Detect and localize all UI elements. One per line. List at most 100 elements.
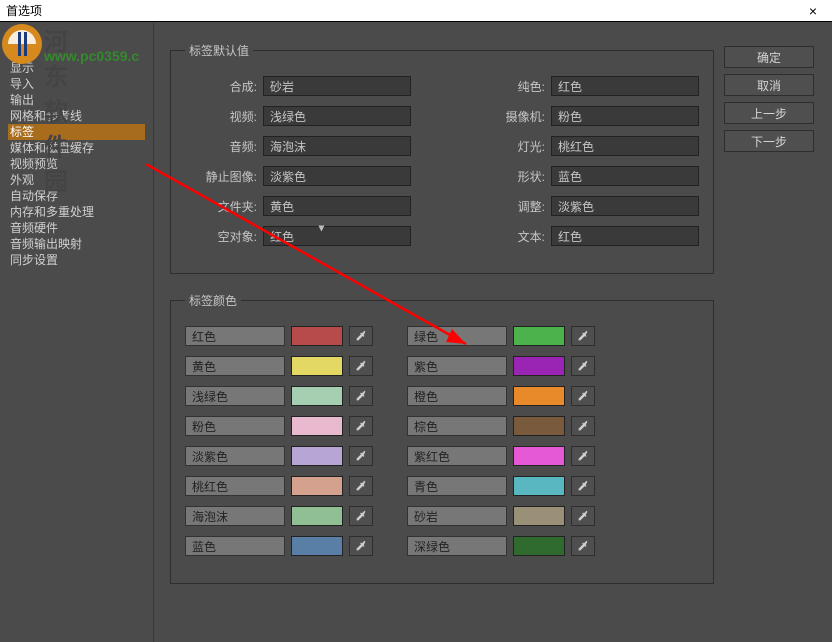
window-title: 首选项 <box>6 2 794 19</box>
next-button[interactable]: 下一步 <box>724 130 814 152</box>
color-row: 粉色 棕色 <box>185 415 699 437</box>
color-swatch[interactable] <box>291 416 343 436</box>
default-select[interactable]: 粉色▼ <box>551 106 699 126</box>
sidebar-item[interactable]: 标签 <box>8 124 145 140</box>
sidebar-item[interactable]: 输出 <box>8 92 145 108</box>
default-select[interactable]: 黄色▼ <box>263 196 411 216</box>
color-name-input[interactable]: 桃红色 <box>185 476 285 496</box>
eyedropper-button[interactable] <box>571 536 595 556</box>
eyedropper-button[interactable] <box>571 356 595 376</box>
default-label: 纯色: <box>473 78 545 95</box>
eyedropper-button[interactable] <box>571 326 595 346</box>
sidebar-item[interactable]: 导入 <box>8 76 145 92</box>
eyedropper-button[interactable] <box>571 386 595 406</box>
color-swatch[interactable] <box>291 536 343 556</box>
sidebar-item[interactable]: 音频硬件 <box>8 220 145 236</box>
sidebar-item[interactable]: 常规 <box>8 28 145 44</box>
color-swatch[interactable] <box>513 446 565 466</box>
color-swatch[interactable] <box>291 446 343 466</box>
eyedropper-button[interactable] <box>349 506 373 526</box>
sidebar-item[interactable]: 同步设置 <box>8 252 145 268</box>
sidebar-item[interactable]: 视频预览 <box>8 156 145 172</box>
default-select[interactable]: 红色▼ <box>551 76 699 96</box>
color-name-input[interactable]: 青色 <box>407 476 507 496</box>
sidebar-item[interactable]: 外观 <box>8 172 145 188</box>
default-label: 文本: <box>473 228 545 245</box>
color-name-input[interactable]: 海泡沫 <box>185 506 285 526</box>
eyedropper-button[interactable] <box>571 476 595 496</box>
eyedropper-button[interactable] <box>349 446 373 466</box>
label-colors-legend: 标签颜色 <box>185 292 241 309</box>
color-row: 淡紫色 紫红色 <box>185 445 699 467</box>
color-name-input[interactable]: 橙色 <box>407 386 507 406</box>
color-swatch[interactable] <box>513 386 565 406</box>
color-row: 黄色 紫色 <box>185 355 699 377</box>
default-label: 灯光: <box>473 138 545 155</box>
eyedropper-button[interactable] <box>349 476 373 496</box>
color-swatch[interactable] <box>513 506 565 526</box>
default-label: 音频: <box>185 138 257 155</box>
color-swatch[interactable] <box>291 356 343 376</box>
default-row: 视频:浅绿色▼摄像机:粉色▼ <box>185 105 699 127</box>
eyedropper-button[interactable] <box>349 386 373 406</box>
eyedropper-button[interactable] <box>349 356 373 376</box>
color-swatch[interactable] <box>513 416 565 436</box>
ok-button[interactable]: 确定 <box>724 46 814 68</box>
color-swatch[interactable] <box>291 386 343 406</box>
color-swatch[interactable] <box>513 536 565 556</box>
color-name-input[interactable]: 棕色 <box>407 416 507 436</box>
default-label: 空对象: <box>185 228 257 245</box>
label-colors-group: 标签颜色 红色 绿色黄色 紫色浅绿色 橙色粉色 棕色淡紫色 紫红色桃红色 青色海泡沫 砂岩蓝色… <box>170 292 714 584</box>
main: 常规预览显示导入输出网格和参考线标签媒体和磁盘缓存视频预览外观自动保存内存和多重… <box>0 22 832 642</box>
color-name-input[interactable]: 紫色 <box>407 356 507 376</box>
default-row: 空对象: 红色▼ 文本: 红色▼ <box>185 225 699 247</box>
color-name-input[interactable]: 深绿色 <box>407 536 507 556</box>
default-select[interactable]: 桃红色▼ <box>551 136 699 156</box>
color-swatch[interactable] <box>291 476 343 496</box>
color-swatch[interactable] <box>513 476 565 496</box>
eyedropper-button[interactable] <box>571 446 595 466</box>
color-swatch[interactable] <box>513 356 565 376</box>
eyedropper-button[interactable] <box>571 416 595 436</box>
color-name-input[interactable]: 紫红色 <box>407 446 507 466</box>
sidebar-item[interactable]: 自动保存 <box>8 188 145 204</box>
default-label: 形状: <box>473 168 545 185</box>
eyedropper-button[interactable] <box>349 326 373 346</box>
label-defaults-legend: 标签默认值 <box>185 42 253 59</box>
default-select[interactable]: 红色▼ <box>551 226 699 246</box>
color-name-input[interactable]: 浅绿色 <box>185 386 285 406</box>
eyedropper-button[interactable] <box>349 416 373 436</box>
color-swatch[interactable] <box>291 506 343 526</box>
close-button[interactable]: × <box>794 0 832 21</box>
color-name-input[interactable]: 红色 <box>185 326 285 346</box>
default-label: 视频: <box>185 108 257 125</box>
color-name-input[interactable]: 绿色 <box>407 326 507 346</box>
default-select[interactable]: 砂岩▼ <box>263 76 411 96</box>
cancel-button[interactable]: 取消 <box>724 74 814 96</box>
color-name-input[interactable]: 粉色 <box>185 416 285 436</box>
color-swatch[interactable] <box>513 326 565 346</box>
color-name-input[interactable]: 淡紫色 <box>185 446 285 466</box>
color-name-input[interactable]: 黄色 <box>185 356 285 376</box>
default-select[interactable]: 淡紫色▼ <box>551 196 699 216</box>
sidebar-item[interactable]: 内存和多重处理 <box>8 204 145 220</box>
default-select[interactable]: 浅绿色▼ <box>263 106 411 126</box>
eyedropper-button[interactable] <box>571 506 595 526</box>
eyedropper-button[interactable] <box>349 536 373 556</box>
default-select[interactable]: 蓝色▼ <box>551 166 699 186</box>
color-row: 蓝色 深绿色 <box>185 535 699 557</box>
sidebar-item[interactable]: 媒体和磁盘缓存 <box>8 140 145 156</box>
default-row: 合成:砂岩▼纯色:红色▼ <box>185 75 699 97</box>
sidebar-item[interactable]: 网格和参考线 <box>8 108 145 124</box>
prev-button[interactable]: 上一步 <box>724 102 814 124</box>
sidebar-item[interactable]: 显示 <box>8 60 145 76</box>
default-select[interactable]: 淡紫色▼ <box>263 166 411 186</box>
sidebar-item[interactable]: 音频输出映射 <box>8 236 145 252</box>
color-row: 桃红色 青色 <box>185 475 699 497</box>
default-select[interactable]: 海泡沫▼ <box>263 136 411 156</box>
default-select[interactable]: 红色▼ <box>263 226 411 246</box>
color-swatch[interactable] <box>291 326 343 346</box>
color-name-input[interactable]: 砂岩 <box>407 506 507 526</box>
sidebar-item[interactable]: 预览 <box>8 44 145 60</box>
color-name-input[interactable]: 蓝色 <box>185 536 285 556</box>
